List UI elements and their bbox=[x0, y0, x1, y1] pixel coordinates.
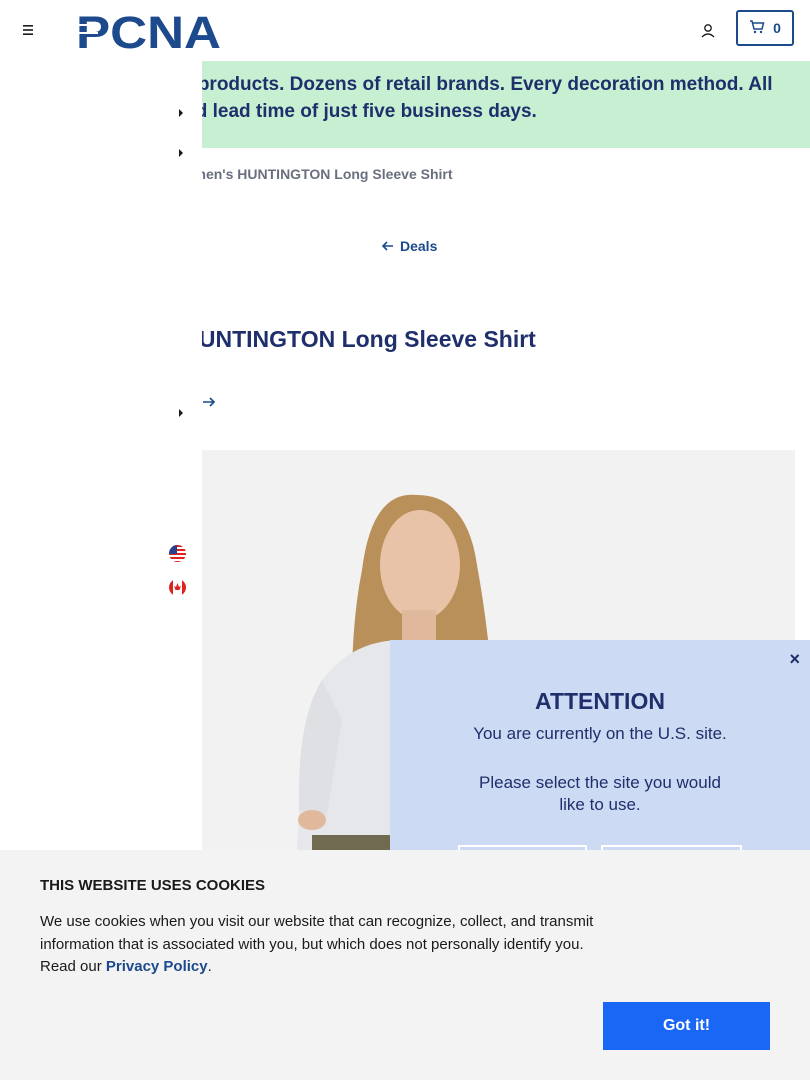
got-it-button[interactable]: Got it! bbox=[603, 1002, 770, 1050]
cart-count: 0 bbox=[773, 20, 781, 36]
breadcrumb-current: Women's HUNTINGTON Long Sleeve Shirt bbox=[178, 166, 453, 182]
caret-right-icon[interactable] bbox=[177, 406, 185, 418]
site-header: PCNA 0 bbox=[0, 0, 810, 60]
breadcrumb: Women's HUNTINGTON Long Sleeve Shirt bbox=[178, 166, 478, 182]
cookie-banner: THIS WEBSITE USES COOKIES We use cookies… bbox=[0, 850, 810, 1080]
promo-text: Thousands of products. Dozens of retail … bbox=[178, 74, 773, 122]
modal-title: ATTENTION bbox=[535, 688, 665, 714]
modal-current-site-text: You are currently on the U.S. site. bbox=[473, 724, 727, 743]
privacy-policy-link[interactable]: Privacy Policy bbox=[106, 958, 208, 975]
logo-text: PCNA bbox=[76, 10, 221, 52]
promo-banner: Thousands of products. Dozens of retail … bbox=[178, 61, 810, 148]
pcna-logo[interactable]: PCNA bbox=[76, 7, 226, 58]
cookie-text: We use cookies when you visit our websit… bbox=[40, 913, 594, 975]
deals-link-label: Deals bbox=[400, 238, 438, 254]
cart-icon bbox=[749, 19, 765, 37]
user-icon[interactable] bbox=[698, 21, 718, 41]
menu-drawer bbox=[0, 61, 202, 851]
product-title: Women's HUNTINGTON Long Sleeve Shirt bbox=[178, 326, 536, 352]
close-icon[interactable]: × bbox=[789, 649, 800, 670]
cart-button[interactable]: 0 bbox=[736, 10, 794, 46]
canada-flag-icon[interactable] bbox=[169, 579, 186, 596]
caret-right-icon[interactable] bbox=[177, 146, 185, 158]
menu-icon[interactable] bbox=[18, 20, 38, 40]
deals-back-link[interactable]: Deals bbox=[381, 238, 438, 254]
us-flag-icon[interactable] bbox=[169, 545, 186, 562]
arrow-left-icon bbox=[381, 238, 394, 254]
arrow-right-icon[interactable] bbox=[202, 395, 216, 409]
caret-right-icon[interactable] bbox=[177, 106, 185, 118]
modal-instruction-text: Please select the site you would like to… bbox=[479, 773, 721, 814]
cookie-title: THIS WEBSITE USES COOKIES bbox=[40, 877, 266, 894]
